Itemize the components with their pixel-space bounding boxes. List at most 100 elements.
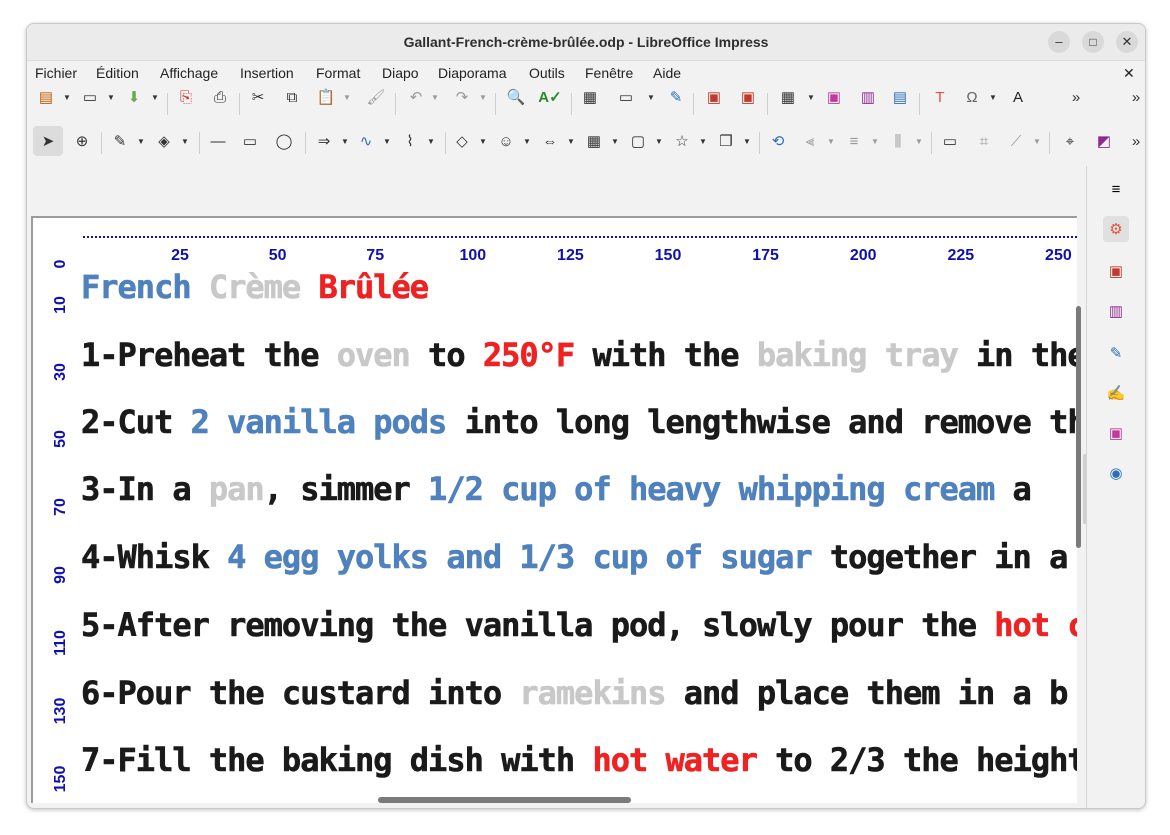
star-icon[interactable]: ☆ xyxy=(671,130,693,152)
vertical-scrollbar[interactable] xyxy=(1076,306,1081,548)
fill-color-dropdown[interactable]: ▼ xyxy=(181,130,189,152)
select-icon[interactable]: ➤ xyxy=(33,126,63,156)
3d-objects-icon[interactable]: ❒ xyxy=(715,130,737,152)
display-views-icon[interactable]: ▭ xyxy=(615,86,637,108)
line-color-dropdown[interactable]: ▼ xyxy=(137,130,145,152)
open-icon[interactable]: ▭ xyxy=(79,86,101,108)
slide-transition-icon[interactable]: ▣ xyxy=(1103,258,1129,284)
arrange-dropdown[interactable]: ▼ xyxy=(871,130,879,152)
special-character-icon[interactable]: Ω xyxy=(961,86,983,108)
block-arrows-icon[interactable]: ⇔ xyxy=(539,130,561,152)
cut-icon[interactable]: ✂ xyxy=(247,86,269,108)
menu-edition[interactable]: Édition xyxy=(96,65,139,81)
minimize-button[interactable]: ‒ xyxy=(1048,31,1070,53)
fill-color-icon[interactable]: ◈ xyxy=(153,130,175,152)
points-icon[interactable]: ⌖ xyxy=(1059,130,1081,152)
menu-fichier[interactable]: Fichier xyxy=(35,65,77,81)
paste-dropdown[interactable]: ▼ xyxy=(343,86,351,108)
animation-icon[interactable]: ▥ xyxy=(1103,298,1129,324)
menu-aide[interactable]: Aide xyxy=(653,65,681,81)
clone-formatting-icon[interactable]: 🖌 xyxy=(365,86,387,108)
gallery-icon[interactable]: ▣ xyxy=(1103,420,1129,446)
menu-fenetre[interactable]: Fenêtre xyxy=(585,65,633,81)
special-character-dropdown[interactable]: ▼ xyxy=(989,86,997,108)
filter-icon[interactable]: ⟋ xyxy=(1005,130,1027,152)
new-document-icon[interactable]: ▤ xyxy=(35,86,57,108)
toggle-extrusion-icon[interactable]: ◩ xyxy=(1093,130,1115,152)
distribute-icon[interactable]: ⫼ xyxy=(887,130,909,152)
menu-insertion[interactable]: Insertion xyxy=(240,65,294,81)
zoom-pan-icon[interactable]: ⊕ xyxy=(71,130,93,152)
insert-chart-icon[interactable]: ▤ xyxy=(889,86,911,108)
export-pdf-icon[interactable]: ⎘ xyxy=(175,86,197,108)
undo-dropdown[interactable]: ▼ xyxy=(431,86,439,108)
symbol-shapes-icon[interactable]: ☺ xyxy=(495,130,517,152)
align-dropdown[interactable]: ▼ xyxy=(827,130,835,152)
menu-format[interactable]: Format xyxy=(316,65,360,81)
drawing-toolbar-overflow[interactable]: » xyxy=(1125,130,1145,152)
close-button[interactable]: ✕ xyxy=(1116,31,1138,53)
copy-icon[interactable]: ⧉ xyxy=(281,86,303,108)
rotate-icon[interactable]: ⟲ xyxy=(767,130,789,152)
insert-text-box-icon[interactable]: T xyxy=(929,86,951,108)
start-current-slide-icon[interactable]: ▣ xyxy=(737,86,759,108)
symbol-shapes-dropdown[interactable]: ▼ xyxy=(523,130,531,152)
filter-dropdown[interactable]: ▼ xyxy=(1033,130,1041,152)
display-views-dropdown[interactable]: ▼ xyxy=(647,86,655,108)
slide-notes-icon[interactable]: ✎ xyxy=(665,86,687,108)
save-dropdown[interactable]: ▼ xyxy=(151,86,159,108)
menu-affichage[interactable]: Affichage xyxy=(160,65,218,81)
3d-objects-dropdown[interactable]: ▼ xyxy=(743,130,751,152)
insert-table-icon[interactable]: ▦ xyxy=(777,86,799,108)
start-first-slide-icon[interactable]: ▣ xyxy=(703,86,725,108)
flowchart-icon[interactable]: ▦ xyxy=(583,130,605,152)
styles-icon[interactable]: ✍ xyxy=(1103,380,1129,406)
line-icon[interactable]: — xyxy=(207,130,229,152)
redo-dropdown[interactable]: ▼ xyxy=(479,86,487,108)
slide-canvas[interactable]: 25 50 75 100 125 150 175 200 225 250 0 10 30 50 70 90 11… xyxy=(31,216,1077,803)
distribute-dropdown[interactable]: ▼ xyxy=(915,130,923,152)
undo-icon[interactable]: ↶ xyxy=(405,86,427,108)
connector-icon[interactable]: ⌇ xyxy=(399,130,421,152)
line-color-icon[interactable]: ✎ xyxy=(109,130,131,152)
ellipse-icon[interactable]: ◯ xyxy=(273,130,295,152)
horizontal-scrollbar[interactable] xyxy=(378,797,631,803)
rectangle-icon[interactable]: ▭ xyxy=(239,130,261,152)
insert-image-icon[interactable]: ▣ xyxy=(823,86,845,108)
open-dropdown[interactable]: ▼ xyxy=(107,86,115,108)
spelling-icon[interactable]: A✓ xyxy=(538,86,561,108)
sidebar-menu-icon[interactable]: ≡ xyxy=(1103,176,1129,202)
print-icon[interactable]: ⎙ xyxy=(209,86,231,108)
redo-icon[interactable]: ↷ xyxy=(451,86,473,108)
align-icon[interactable]: ⫷ xyxy=(799,130,821,152)
fontwork-icon[interactable]: A xyxy=(1007,86,1029,108)
arrow-icon[interactable]: ⇒ xyxy=(313,130,335,152)
toolbar-overflow-2[interactable]: » xyxy=(1125,86,1145,108)
find-replace-icon[interactable]: 🔍 xyxy=(505,86,527,108)
toolbar-overflow-1[interactable]: » xyxy=(1065,86,1087,108)
menu-diapo[interactable]: Diapo xyxy=(382,65,419,81)
shadow-icon[interactable]: ▭ xyxy=(939,130,961,152)
callout-dropdown[interactable]: ▼ xyxy=(655,130,663,152)
maximize-button[interactable]: □ xyxy=(1082,31,1104,53)
insert-media-icon[interactable]: ▥ xyxy=(857,86,879,108)
save-icon[interactable]: ⬇ xyxy=(123,86,145,108)
grid-icon[interactable]: ▦ xyxy=(579,86,601,108)
flowchart-dropdown[interactable]: ▼ xyxy=(611,130,619,152)
menu-outils[interactable]: Outils xyxy=(529,65,565,81)
star-dropdown[interactable]: ▼ xyxy=(699,130,707,152)
properties-icon[interactable]: ⚙ xyxy=(1103,216,1129,242)
curve-dropdown[interactable]: ▼ xyxy=(383,130,391,152)
callout-icon[interactable]: ▢ xyxy=(627,130,649,152)
crop-icon[interactable]: ⌗ xyxy=(973,130,995,152)
new-document-dropdown[interactable]: ▼ xyxy=(63,86,71,108)
master-slides-icon[interactable]: ✎ xyxy=(1103,340,1129,366)
paste-icon[interactable]: 📋 xyxy=(315,86,337,108)
navigator-icon[interactable]: ◉ xyxy=(1103,460,1129,486)
close-document-button[interactable]: ✕ xyxy=(1123,65,1135,82)
arrow-dropdown[interactable]: ▼ xyxy=(341,130,349,152)
block-arrows-dropdown[interactable]: ▼ xyxy=(567,130,575,152)
curve-icon[interactable]: ∿ xyxy=(355,130,377,152)
basic-shapes-dropdown[interactable]: ▼ xyxy=(479,130,487,152)
menu-diaporama[interactable]: Diaporama xyxy=(438,65,506,81)
